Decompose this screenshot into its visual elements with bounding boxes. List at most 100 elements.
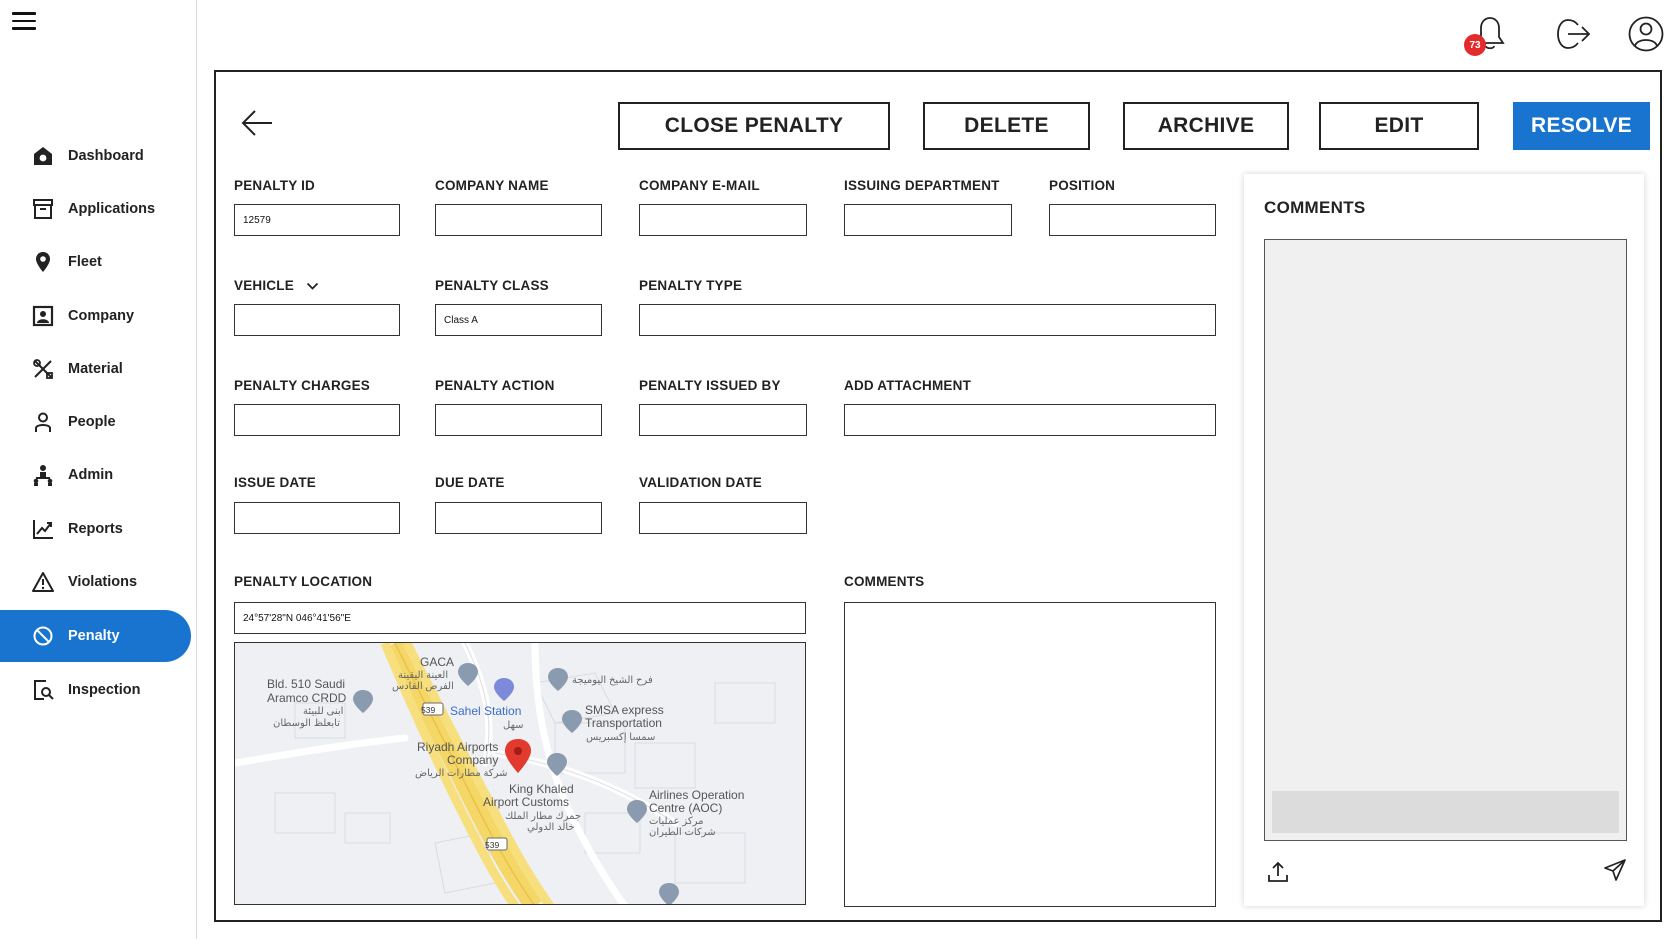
user-profile-button[interactable] bbox=[1626, 16, 1666, 56]
issuing-department-input[interactable] bbox=[844, 204, 1012, 236]
notification-count-badge: 73 bbox=[1464, 34, 1486, 56]
map-label-sahel-ar: سهل bbox=[503, 720, 524, 731]
due-date-label: DUE DATE bbox=[435, 475, 505, 490]
map-label-aramco-ar: تابعلظ الوسطان bbox=[273, 718, 340, 729]
comments-panel: COMMENTS bbox=[1244, 174, 1644, 906]
edit-button[interactable]: EDIT bbox=[1319, 102, 1479, 150]
sidebar-item-label: Violations bbox=[68, 574, 138, 590]
archive-box-icon bbox=[30, 196, 56, 222]
sidebar-item-people[interactable]: People bbox=[0, 396, 191, 448]
notifications-button[interactable]: 73 bbox=[1464, 16, 1510, 56]
sidebar-item-label: Company bbox=[68, 308, 135, 324]
archive-button[interactable]: ARCHIVE bbox=[1123, 102, 1289, 150]
vehicle-label-text: VEHICLE bbox=[234, 278, 294, 293]
home-icon bbox=[30, 143, 56, 169]
sidebar-item-material[interactable]: Material bbox=[0, 343, 191, 395]
map-label-king-khaled-ar: خالد الدولي bbox=[527, 822, 575, 833]
penalty-location-input[interactable]: 24°57'28"N 046°41'56"E bbox=[234, 602, 806, 634]
sidebar-item-label: People bbox=[68, 414, 116, 430]
warning-triangle-icon bbox=[30, 569, 56, 595]
logout-button[interactable] bbox=[1554, 16, 1594, 56]
penalty-action-label: PENALTY ACTION bbox=[435, 378, 555, 393]
sidebar-item-label: Penalty bbox=[68, 628, 120, 644]
map-label-gaca: GACA bbox=[420, 655, 455, 669]
comments-label: COMMENTS bbox=[844, 574, 925, 589]
sidebar-item-label: Applications bbox=[68, 201, 156, 217]
line-chart-icon bbox=[30, 516, 56, 542]
comment-input[interactable] bbox=[1272, 791, 1619, 833]
map-label-riyadh-ar: شركة مطارات الرياض bbox=[415, 768, 508, 779]
add-attachment-input[interactable] bbox=[844, 404, 1216, 436]
company-name-input[interactable] bbox=[435, 204, 602, 236]
sidebar-item-dashboard[interactable]: Dashboard bbox=[0, 130, 191, 182]
map-label-smsa: Transportation bbox=[585, 716, 662, 730]
company-name-label: COMPANY NAME bbox=[435, 178, 549, 193]
penalty-id-input[interactable]: 12579 bbox=[234, 204, 400, 236]
sidebar-item-violations[interactable]: Violations bbox=[0, 556, 191, 608]
map-label-aramco: Aramco CRDD bbox=[267, 691, 347, 705]
logout-icon bbox=[1556, 17, 1592, 56]
issuing-department-label: ISSUING DEPARTMENT bbox=[844, 178, 1000, 193]
penalty-class-label: PENALTY CLASS bbox=[435, 278, 549, 293]
map-label-riyadh-airports: Company bbox=[447, 753, 499, 767]
inspection-search-icon bbox=[30, 677, 56, 703]
sidebar-item-label: Reports bbox=[68, 521, 123, 537]
sidebar-item-inspection[interactable]: Inspection bbox=[0, 664, 191, 716]
map-label-aoc-ar: شركات الطيران bbox=[649, 827, 716, 838]
company-email-input[interactable] bbox=[639, 204, 807, 236]
vehicle-dropdown-label[interactable]: VEHICLE bbox=[234, 278, 319, 294]
penalty-detail-panel: CLOSE PENALTY DELETE ARCHIVE EDIT RESOLV… bbox=[214, 70, 1662, 922]
company-email-label: COMPANY E-MAIL bbox=[639, 178, 760, 193]
close-penalty-button[interactable]: CLOSE PENALTY bbox=[618, 102, 890, 150]
map-label-aramco: Bld. 510 Saudi bbox=[267, 677, 346, 691]
map-label-sahel-station: Sahel Station bbox=[450, 704, 522, 718]
position-label: POSITION bbox=[1049, 178, 1116, 193]
penalty-action-input[interactable] bbox=[435, 404, 602, 436]
validation-date-input[interactable] bbox=[639, 502, 807, 534]
validation-date-label: VALIDATION DATE bbox=[639, 475, 762, 490]
resolve-button[interactable]: RESOLVE bbox=[1513, 102, 1650, 150]
penalty-location-map[interactable]: 539 539 GACA العينة اليقينة الفرص القادس… bbox=[234, 642, 806, 905]
sidebar-item-label: Admin bbox=[68, 467, 114, 483]
road-shield-label: 539 bbox=[485, 840, 500, 850]
issue-date-label: ISSUE DATE bbox=[234, 475, 317, 490]
sidebar-item-label: Material bbox=[68, 361, 123, 377]
delete-button[interactable]: DELETE bbox=[923, 102, 1090, 150]
location-pin-icon bbox=[30, 249, 56, 275]
user-avatar-icon bbox=[1627, 15, 1665, 58]
map-label-aoc: Centre (AOC) bbox=[649, 801, 723, 815]
sidebar-item-penalty[interactable]: Penalty bbox=[0, 610, 191, 662]
sidebar-item-fleet[interactable]: Fleet bbox=[0, 236, 191, 288]
issue-date-input[interactable] bbox=[234, 502, 400, 534]
comments-thread bbox=[1264, 239, 1627, 841]
prohibited-icon bbox=[30, 623, 56, 649]
sidebar-item-label: Dashboard bbox=[68, 148, 144, 164]
upload-button[interactable] bbox=[1264, 860, 1292, 888]
penalty-charges-input[interactable] bbox=[234, 404, 400, 436]
comments-panel-title: COMMENTS bbox=[1264, 198, 1366, 217]
due-date-input[interactable] bbox=[435, 502, 602, 534]
penalty-issued-by-input[interactable] bbox=[639, 404, 807, 436]
penalty-class-input[interactable]: Class A bbox=[435, 304, 602, 336]
comments-textarea[interactable] bbox=[844, 602, 1216, 907]
map-label-sheikh-ar: فرح الشيخ اليوميجة bbox=[572, 675, 653, 686]
person-icon bbox=[30, 409, 56, 435]
sidebar-item-label: Inspection bbox=[68, 682, 141, 698]
sidebar-item-reports[interactable]: Reports bbox=[0, 503, 191, 555]
map-label-gaca-ar: الفرص القادس bbox=[392, 681, 454, 692]
send-comment-button[interactable] bbox=[1601, 858, 1629, 886]
vehicle-input[interactable] bbox=[234, 304, 400, 336]
tools-icon bbox=[30, 356, 56, 382]
sidebar-item-admin[interactable]: Admin bbox=[0, 449, 191, 501]
map-label-king-khaled: Airport Customs bbox=[483, 795, 570, 809]
admin-hierarchy-icon bbox=[30, 462, 56, 488]
back-arrow-icon[interactable] bbox=[240, 108, 274, 138]
hamburger-menu-icon[interactable] bbox=[12, 12, 36, 30]
penalty-id-label: PENALTY ID bbox=[234, 178, 316, 193]
sidebar-item-applications[interactable]: Applications bbox=[0, 183, 191, 235]
position-input[interactable] bbox=[1049, 204, 1216, 236]
send-icon bbox=[1603, 858, 1627, 887]
company-badge-icon bbox=[30, 303, 56, 329]
sidebar-item-company[interactable]: Company bbox=[0, 290, 191, 342]
penalty-type-input[interactable] bbox=[639, 304, 1216, 336]
